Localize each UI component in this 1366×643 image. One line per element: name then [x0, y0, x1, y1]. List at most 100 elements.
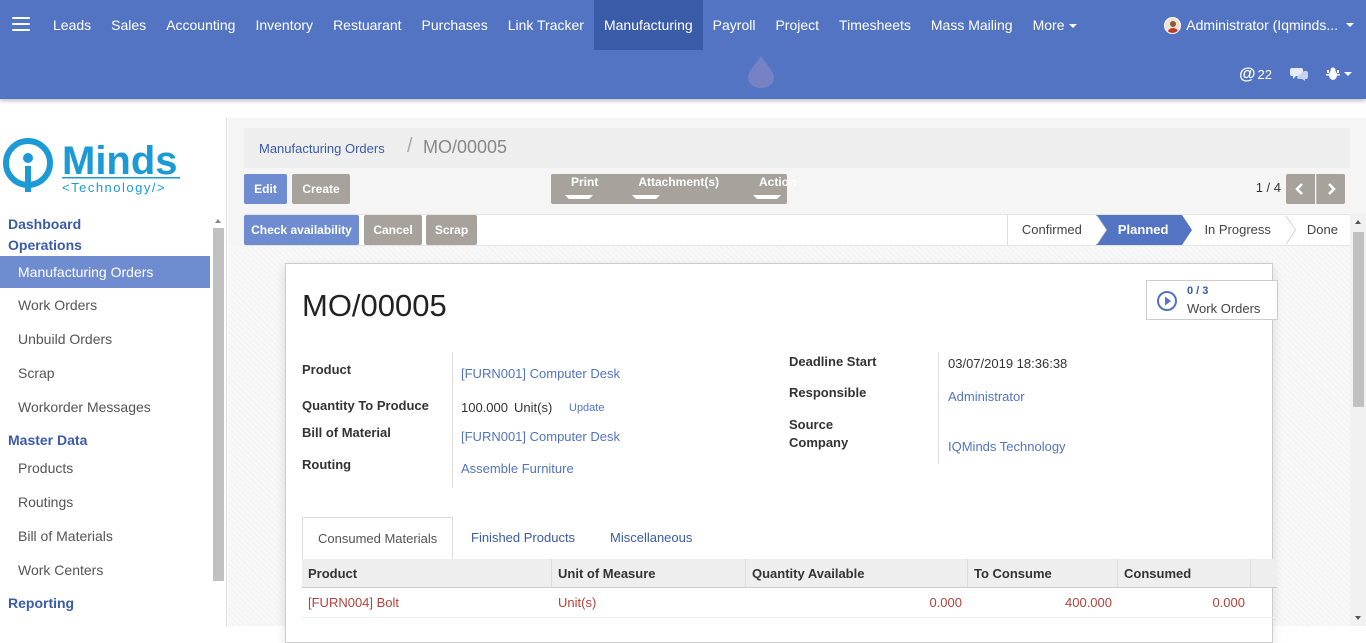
nav-leads[interactable]: Leads: [43, 0, 101, 50]
chevron-down-icon: [565, 194, 593, 199]
sidebar-menu: Dashboard Operations Manufacturing Order…: [0, 214, 210, 614]
routing-link[interactable]: Assemble Furniture: [461, 461, 574, 476]
nav-manufacturing[interactable]: Manufacturing: [593, 0, 703, 50]
breadcrumb-parent[interactable]: Manufacturing Orders: [259, 141, 385, 156]
main-content: Manufacturing Orders / MO/00005 Edit Cre…: [228, 118, 1366, 643]
bom-link[interactable]: [FURN001] Computer Desk: [461, 429, 620, 444]
chevron-right-icon: [1328, 183, 1336, 195]
nav-purchases[interactable]: Purchases: [412, 0, 498, 50]
avatar: [1164, 16, 1182, 34]
cell-uom: Unit(s): [558, 595, 597, 610]
work-orders-button[interactable]: 0 / 3 Work Orders: [1146, 280, 1278, 320]
top-navbar: Leads Sales Accounting Inventory Restuar…: [0, 0, 1366, 99]
debug-menu[interactable]: [1326, 67, 1352, 81]
svg-text:Minds: Minds: [62, 139, 178, 183]
nav-restuarant[interactable]: Restuarant: [323, 0, 411, 50]
company-logo[interactable]: Minds <Technology/>: [0, 130, 190, 200]
hamburger-icon[interactable]: [12, 17, 30, 31]
product-label: Product: [302, 362, 352, 377]
scroll-down-icon[interactable]: [1350, 612, 1366, 624]
work-orders-count: 0 / 3: [1187, 285, 1209, 297]
uom-value: Unit(s): [514, 400, 553, 415]
sidebar-section-master-data[interactable]: Master Data: [0, 430, 210, 451]
responsible-link[interactable]: Administrator: [948, 389, 1025, 404]
nav-sales[interactable]: Sales: [101, 0, 156, 50]
at-icon: @: [1238, 64, 1256, 83]
chevron-down-icon: [1068, 24, 1077, 29]
nav-project[interactable]: Project: [765, 0, 829, 50]
scrap-button[interactable]: Scrap: [426, 215, 477, 245]
sidebar-section-reporting[interactable]: Reporting: [0, 593, 210, 614]
nav-more[interactable]: More: [1023, 0, 1087, 50]
nav-mass-mailing[interactable]: Mass Mailing: [921, 0, 1023, 50]
cell-product: [FURN004] Bolt: [308, 595, 400, 610]
attachments-dropdown[interactable]: Attachment(s): [618, 175, 739, 203]
breadcrumb: Manufacturing Orders / MO/00005: [244, 128, 1350, 168]
tab-miscellaneous[interactable]: Miscellaneous: [595, 517, 707, 559]
play-icon: [1157, 291, 1177, 311]
update-quantity-button[interactable]: Update: [569, 402, 604, 414]
tab-finished-products[interactable]: Finished Products: [456, 517, 590, 559]
main-scrollbar[interactable]: [1350, 214, 1366, 626]
chevron-down-icon: [632, 194, 661, 199]
sidebar: Minds <Technology/> Dashboard Operations…: [0, 118, 227, 626]
column-quantity-available[interactable]: Quantity Available: [746, 559, 968, 587]
table-row[interactable]: [FURN004] Bolt Unit(s) 0.000 400.000 0.0…: [302, 588, 1277, 618]
check-availability-button[interactable]: Check availability: [244, 215, 359, 245]
nav-inventory[interactable]: Inventory: [245, 0, 323, 50]
mentions-indicator[interactable]: @ 22: [1239, 64, 1272, 84]
scroll-up-icon[interactable]: [1350, 216, 1366, 228]
stage-confirmed[interactable]: Confirmed: [1006, 215, 1107, 245]
sidebar-item-products[interactable]: Products: [0, 451, 210, 485]
bom-label: Bill of Material: [302, 425, 391, 440]
nav-more-label: More: [1032, 17, 1065, 33]
cancel-button[interactable]: Cancel: [364, 215, 422, 245]
quantity-label: Quantity To Produce: [302, 398, 429, 413]
column-uom[interactable]: Unit of Measure: [552, 559, 746, 587]
sidebar-item-manufacturing-orders[interactable]: Manufacturing Orders: [0, 256, 210, 288]
main-scrollbar-thumb[interactable]: [1353, 232, 1364, 407]
action-dropdown[interactable]: Action: [739, 175, 816, 203]
sidebar-section-operations[interactable]: Operations: [0, 235, 210, 256]
sidebar-item-bill-of-materials[interactable]: Bill of Materials: [0, 519, 210, 553]
edit-button[interactable]: Edit: [244, 174, 287, 204]
company-link[interactable]: IQMinds Technology: [948, 439, 1066, 454]
action-label: Action: [759, 175, 797, 189]
pager-next-button[interactable]: [1316, 174, 1345, 204]
stage-planned[interactable]: Planned: [1095, 215, 1193, 245]
nav-link-tracker[interactable]: Link Tracker: [498, 0, 594, 50]
pager-value[interactable]: 1 / 4: [1256, 180, 1281, 195]
chat-icon[interactable]: [1290, 67, 1308, 81]
sidebar-item-work-orders[interactable]: Work Orders: [0, 288, 210, 322]
sidebar-item-unbuild-orders[interactable]: Unbuild Orders: [0, 322, 210, 356]
column-product[interactable]: Product: [302, 559, 552, 587]
nav-accounting[interactable]: Accounting: [156, 0, 245, 50]
table-header: Product Unit of Measure Quantity Availab…: [302, 559, 1277, 588]
sidebar-scrollbar[interactable]: [211, 216, 225, 626]
field-divider: [938, 352, 939, 464]
column-to-consume[interactable]: To Consume: [968, 559, 1118, 587]
deadline-label: Deadline Start: [789, 354, 877, 369]
sidebar-item-scrap[interactable]: Scrap: [0, 356, 210, 390]
print-dropdown[interactable]: Print: [551, 175, 618, 203]
sidebar-item-work-centers[interactable]: Work Centers: [0, 553, 210, 587]
tab-consumed-materials[interactable]: Consumed Materials: [302, 517, 454, 559]
pager-previous-button[interactable]: [1286, 174, 1315, 204]
user-menu[interactable]: Administrator (Iqminds...: [1164, 0, 1354, 50]
notebook-tabs: Consumed Materials Finished Products Mis…: [302, 517, 1277, 559]
column-consumed[interactable]: Consumed: [1118, 559, 1251, 587]
sidebar-dashboard[interactable]: Dashboard: [0, 214, 210, 235]
chevron-down-icon: [1346, 23, 1354, 27]
stage-in-progress[interactable]: In Progress: [1182, 215, 1296, 245]
stage-done-label: Done: [1306, 222, 1338, 237]
nav-payroll[interactable]: Payroll: [703, 0, 766, 50]
cell-consumed: 0.000: [1212, 595, 1245, 610]
create-button[interactable]: Create: [292, 174, 350, 204]
nav-timesheets[interactable]: Timesheets: [829, 0, 921, 50]
sidebar-scrollbar-thumb[interactable]: [213, 228, 224, 581]
cell-to-consume: 400.000: [1065, 595, 1112, 610]
scroll-up-icon[interactable]: [211, 216, 225, 226]
sidebar-item-workorder-messages[interactable]: Workorder Messages: [0, 390, 210, 424]
product-link[interactable]: [FURN001] Computer Desk: [461, 366, 620, 381]
sidebar-item-routings[interactable]: Routings: [0, 485, 210, 519]
